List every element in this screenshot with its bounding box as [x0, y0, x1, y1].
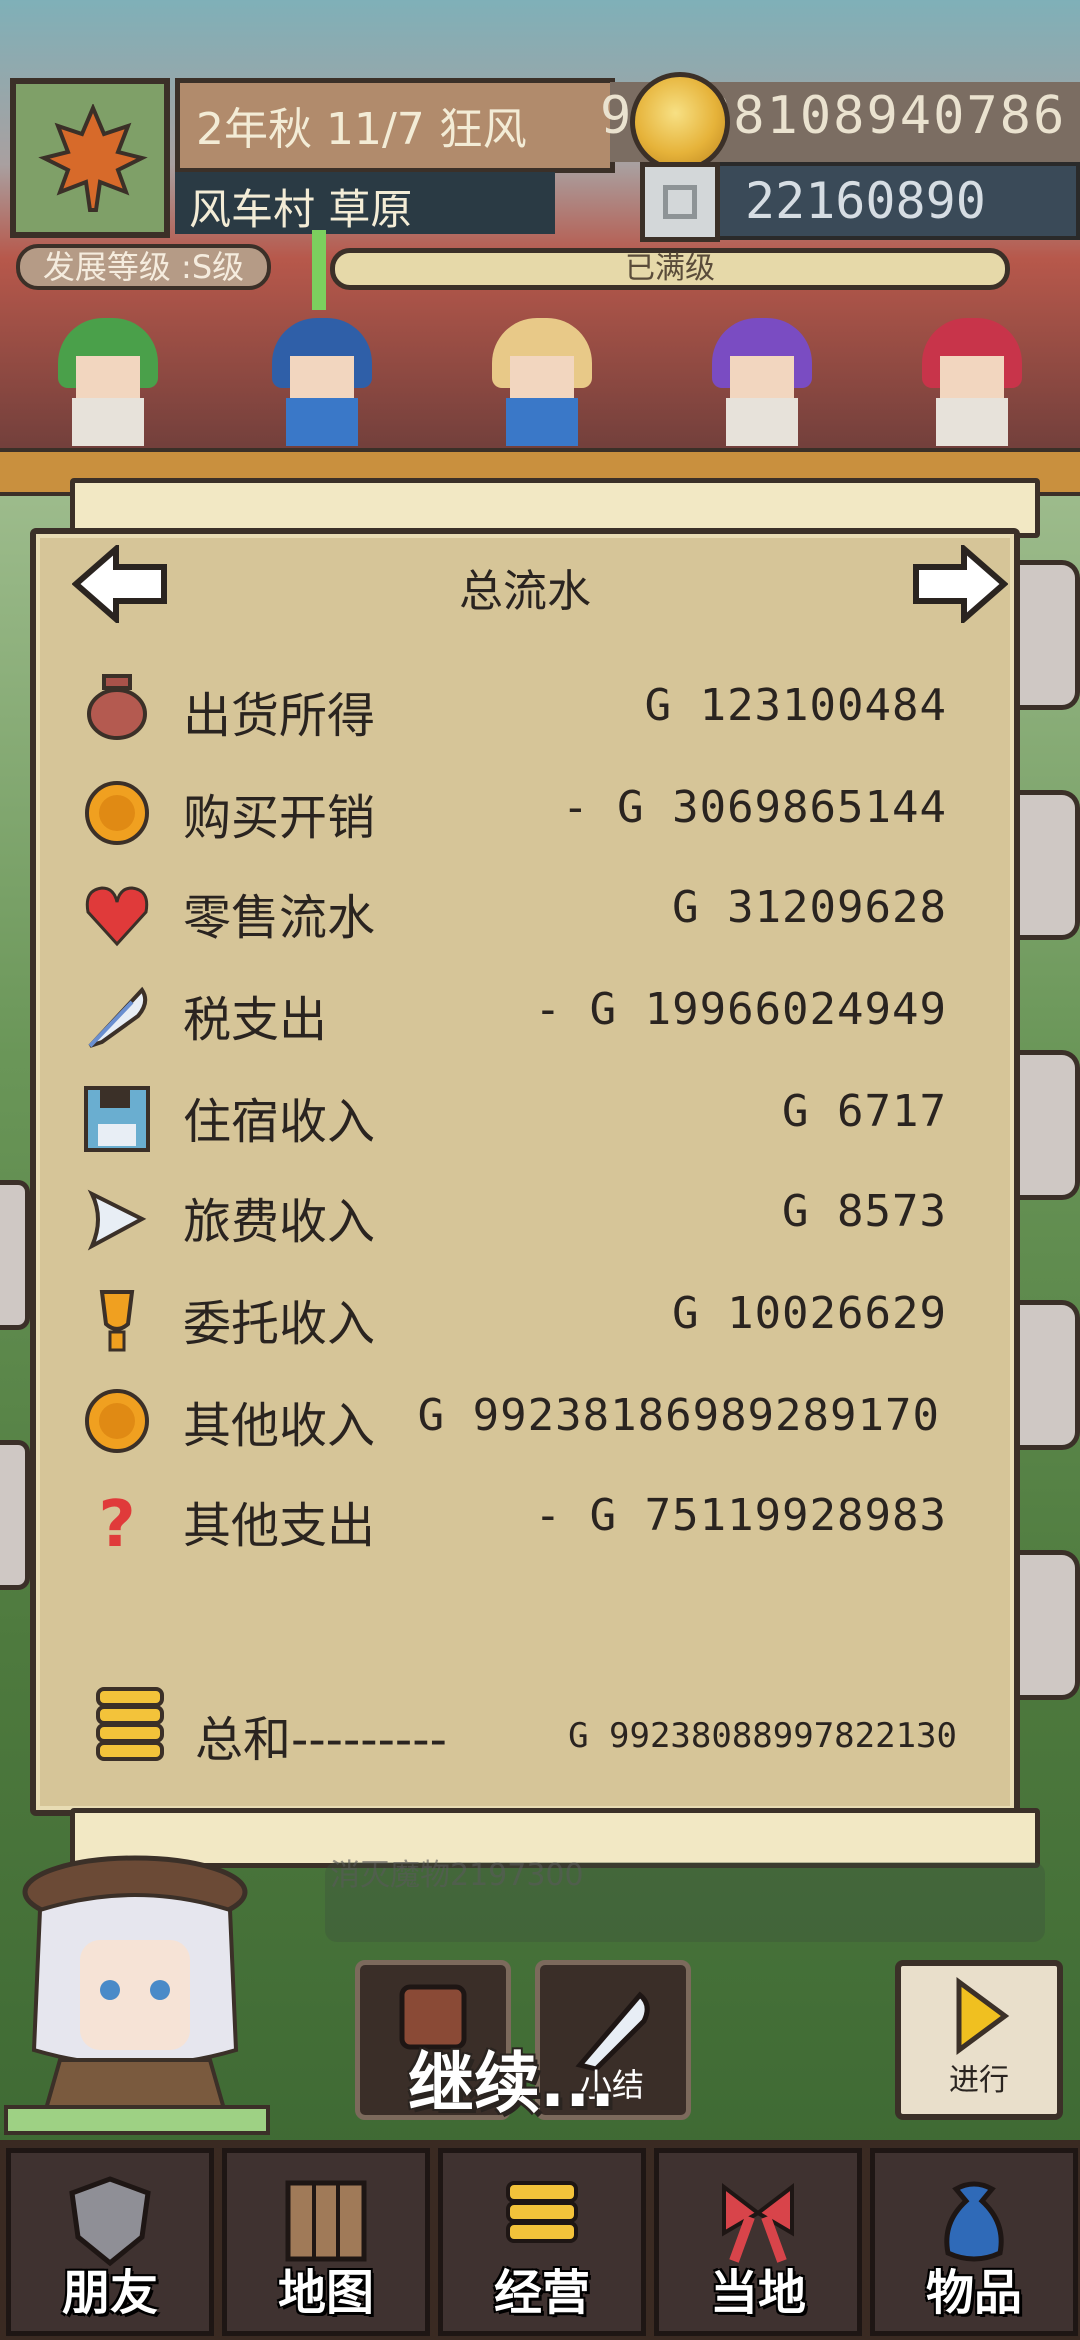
row-value-tax: - G 19966024949: [534, 984, 947, 1035]
row-value-shipping: G 123100484: [644, 680, 947, 731]
row-label-other-expense: 其他支出: [183, 1498, 376, 1554]
row-label-travel: 旅费收入: [183, 1194, 376, 1250]
row-value-other-expense: - G 75119928983: [534, 1490, 947, 1541]
question-icon: ?: [98, 1488, 135, 1558]
development-level-badge: 发展等级 :S级: [16, 244, 271, 290]
task-text: 消灭魔物2197300: [330, 1858, 584, 1893]
row-label-retail: 零售流水: [183, 890, 376, 946]
row-label-lodging: 住宿收入: [183, 1094, 376, 1150]
trophy-icon: [99, 1290, 135, 1352]
row-value-other-income: G 99238186989289170: [417, 1390, 940, 1441]
play-icon: [956, 1977, 1010, 2055]
character-sprite[interactable]: [712, 318, 812, 448]
silver-coin-icon: [640, 162, 720, 242]
season-icon-box[interactable]: [10, 78, 170, 238]
avatar[interactable]: [0, 1850, 270, 2132]
total-label: 总和---------: [195, 1712, 447, 1768]
nav-management[interactable]: 经营: [438, 2148, 646, 2336]
row-value-purchase: - G 3069865144: [562, 782, 947, 833]
feather-icon: [88, 986, 148, 1048]
nav-friends[interactable]: 朋友: [6, 2148, 214, 2336]
character-sprite[interactable]: [58, 318, 158, 448]
row-label-tax: 税支出: [183, 992, 328, 1048]
nav-label: 经营: [493, 2265, 590, 2321]
row-label-purchase: 购买开销: [183, 790, 376, 846]
nav-label: 物品: [925, 2265, 1022, 2321]
coins-stack-icon: [96, 1687, 164, 1761]
character-portrait-icon: [22, 1855, 248, 2132]
nav-label: 朋友: [61, 2265, 158, 2321]
svg-text:?: ?: [98, 1488, 135, 1558]
silver-amount: 22160890: [745, 172, 986, 230]
pot-icon: [87, 674, 147, 740]
coin-icon: [85, 781, 149, 845]
proceed-button-label: 进行: [949, 2063, 1009, 2098]
side-tab: [0, 1180, 30, 1330]
gold-coin-icon: [630, 72, 730, 172]
row-value-retail: G 31209628: [672, 882, 947, 933]
nav-local[interactable]: 当地: [654, 2148, 862, 2336]
level-marker: [312, 230, 326, 310]
character-sprite[interactable]: [492, 318, 592, 448]
continue-prompt[interactable]: 继续...: [408, 2030, 615, 2126]
total-value: G 99238088997822130: [568, 1716, 957, 1756]
nav-map[interactable]: 地图: [222, 2148, 430, 2336]
nav-label: 地图: [277, 2265, 374, 2321]
panel-title: 总流水: [459, 566, 591, 617]
heart-icon: [85, 886, 149, 947]
nav-items[interactable]: 物品: [870, 2148, 1078, 2336]
level-progress-bar: 已满级: [330, 248, 1010, 290]
location-label: 风车村 草原: [175, 172, 555, 234]
hp-bar: [4, 2105, 270, 2135]
floppy-icon: [84, 1086, 150, 1152]
coin-icon: [85, 1389, 149, 1453]
character-sprite[interactable]: [272, 318, 372, 448]
wing-icon: [87, 1189, 147, 1251]
maple-leaf-icon: [38, 104, 148, 212]
row-label-other-income: 其他收入: [183, 1398, 376, 1454]
nav-label: 当地: [709, 2265, 806, 2321]
side-tab: [0, 1440, 30, 1590]
character-sprite[interactable]: [922, 318, 1022, 448]
row-value-commission: G 10026629: [672, 1288, 947, 1339]
row-label-shipping: 出货所得: [183, 688, 376, 744]
row-label-commission: 委托收入: [183, 1296, 376, 1352]
row-value-travel: G 8573: [782, 1186, 947, 1237]
date-label: 2年秋 11/7 狂风: [175, 78, 615, 173]
row-value-lodging: G 6717: [782, 1086, 947, 1137]
